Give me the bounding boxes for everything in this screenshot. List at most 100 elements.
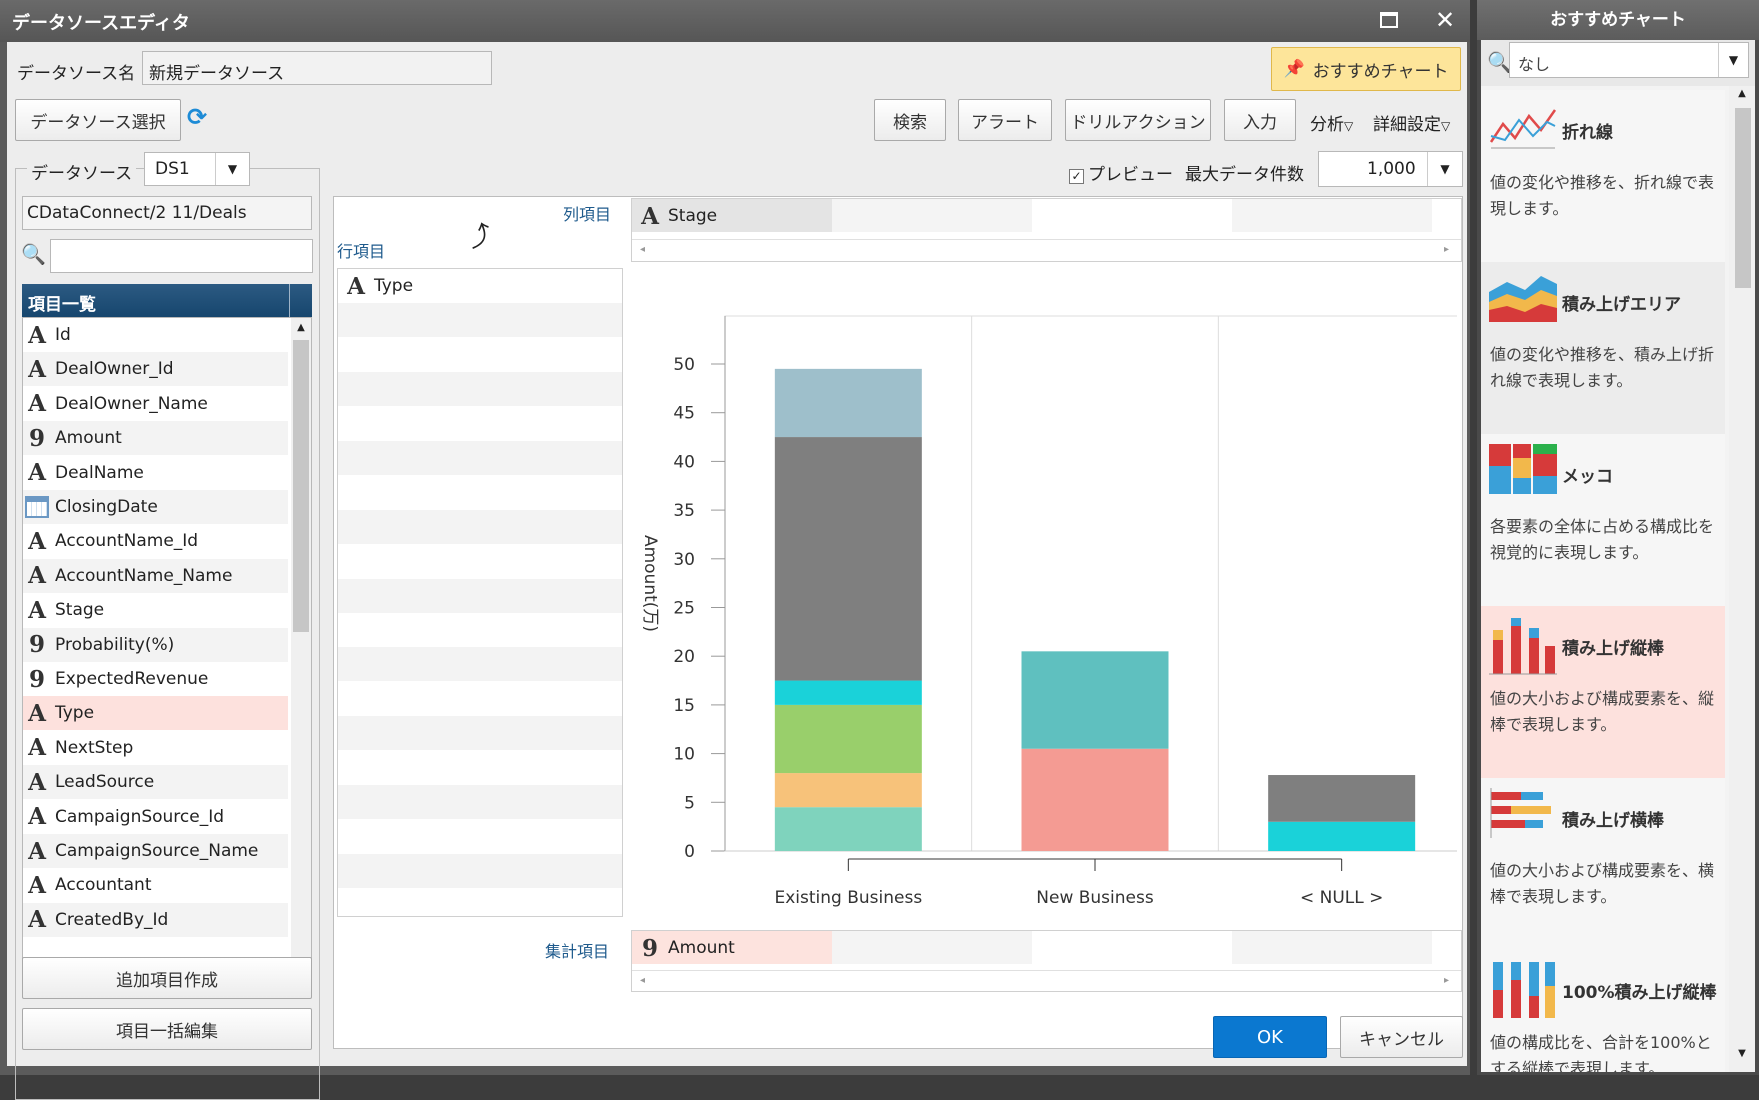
field-list-item[interactable]: AAccountName_Id [23, 524, 288, 558]
add-field-label: 追加項目作成 [116, 966, 218, 991]
field-list: AIdADealOwner_IdADealOwner_Name9AmountAD… [22, 317, 312, 987]
field-list-item[interactable]: AAccountName_Name [23, 559, 288, 593]
field-list-item[interactable]: AId [23, 318, 288, 352]
close-icon[interactable]: ✕ [1432, 4, 1458, 36]
aggregate-field-name: Amount [668, 938, 735, 958]
scroll-up-icon[interactable]: ▲ [291, 318, 311, 338]
datasource-path: CDataConnect/2 11/Deals [22, 196, 312, 230]
drill-action-button[interactable]: ドリルアクション [1065, 99, 1211, 141]
maximize-icon[interactable] [1380, 12, 1398, 28]
field-list-item[interactable]: 9Amount [23, 421, 288, 455]
recommend-chart-card[interactable]: 積み上げ横棒値の大小および構成要素を、横棒で表現します。 [1481, 778, 1725, 950]
bar-segment [775, 681, 922, 705]
scroll-thumb[interactable] [293, 340, 309, 632]
recommend-filter-value: なし [1518, 51, 1550, 75]
text-type-icon: A [23, 597, 51, 624]
ok-button[interactable]: OK [1213, 1016, 1327, 1058]
input-button[interactable]: 入力 [1224, 99, 1296, 141]
bulk-edit-button[interactable]: 項目一括編集 [22, 1008, 312, 1050]
calendar-icon [25, 496, 49, 518]
chart: 05101520253035404550Existing BusinessNew… [627, 274, 1457, 914]
datasource-select-value: DS1 [155, 159, 190, 179]
field-list-item[interactable]: ADealOwner_Id [23, 352, 288, 386]
scroll-right-icon[interactable]: ▸ [1444, 244, 1449, 255]
bulk-edit-label: 項目一括編集 [116, 1017, 218, 1042]
scrollbar[interactable]: ▲ ▼ [291, 318, 311, 987]
max-rows-select[interactable]: 1,000 ▼ [1318, 151, 1463, 187]
aggregate-field-chip[interactable]: 9Amount [636, 933, 735, 963]
cancel-button[interactable]: キャンセル [1340, 1016, 1463, 1058]
field-list-item[interactable]: AType [23, 696, 288, 730]
field-name: CreatedBy_Id [55, 910, 168, 930]
field-list-item[interactable]: ANextStep [23, 731, 288, 765]
field-list-item[interactable]: 9ExpectedRevenue [23, 662, 288, 696]
horizontal-scrollbar[interactable]: ◂▸ [632, 970, 1461, 992]
max-rows-label: 最大データ件数 [1185, 160, 1304, 185]
ok-label: OK [1257, 1027, 1283, 1048]
preview-checkbox[interactable]: ✓プレビュー [1069, 160, 1173, 185]
text-type-icon: A [23, 700, 51, 727]
field-list-item[interactable]: ACampaignSource_Id [23, 800, 288, 834]
field-list-header-text: 項目一覧 [28, 290, 96, 315]
text-type-icon: A [23, 838, 51, 865]
x-category-label: Existing Business [774, 888, 922, 908]
recommend-chart-card[interactable]: 折れ線値の変化や推移を、折れ線で表現します。 [1481, 90, 1725, 262]
recommend-card-title: 積み上げエリア [1562, 290, 1681, 315]
search-button[interactable]: 検索 [874, 99, 946, 141]
text-type-icon: A [23, 322, 51, 349]
refresh-icon[interactable]: ⟳ [187, 102, 217, 132]
recommend-chart-card[interactable]: 100%積み上げ縦棒値の構成比を、合計を100%とする縦棒で表現します。 [1481, 950, 1725, 1072]
add-field-button[interactable]: 追加項目作成 [22, 957, 312, 999]
alert-button[interactable]: アラート [958, 99, 1052, 141]
recommend-chart-card[interactable]: 積み上げ縦棒値の大小および構成要素を、縦棒で表現します。 [1481, 606, 1725, 778]
recommend-chart-button[interactable]: 📌 おすすめチャート [1271, 47, 1461, 91]
recommend-chart-card[interactable]: メッコ各要素の全体に占める構成比を視覚的に表現します。 [1481, 434, 1725, 606]
datasource-name-field[interactable]: 新規データソース [142, 51, 492, 85]
scroll-left-icon[interactable]: ◂ [640, 244, 645, 255]
scroll-right-icon[interactable]: ▸ [1444, 975, 1449, 986]
field-list-item[interactable]: 9Probability(%) [23, 628, 288, 662]
column-shelf[interactable]: AStage ◂▸ [631, 198, 1462, 262]
y-tick-label: 25 [673, 599, 695, 619]
scroll-thumb[interactable] [1735, 108, 1751, 288]
alert-button-label: アラート [971, 108, 1039, 133]
field-list-item[interactable]: AAccountant [23, 868, 288, 902]
analysis-menu[interactable]: 分析▽ [1310, 110, 1353, 135]
aggregate-shelf[interactable]: 9Amount ◂▸ [631, 930, 1462, 992]
scroll-left-icon[interactable]: ◂ [640, 975, 645, 986]
recommend-chart-card[interactable]: 積み上げエリア値の変化や推移を、積み上げ折れ線で表現します。 [1481, 262, 1725, 434]
recommend-card-desc: 値の構成比を、合計を100%とする縦棒で表現します。 [1490, 1030, 1722, 1072]
text-type-icon: A [23, 769, 51, 796]
field-list-item[interactable]: AStage [23, 593, 288, 627]
row-shelf[interactable]: AType [337, 268, 623, 917]
field-list-item[interactable]: ADealOwner_Name [23, 387, 288, 421]
select-datasource-button[interactable]: データソース選択 [15, 99, 181, 141]
text-type-icon: A [23, 528, 51, 555]
row-field-chip[interactable]: AType [342, 271, 413, 301]
column-field-chip[interactable]: AStage [636, 201, 717, 231]
scroll-down-icon[interactable]: ▼ [1729, 1048, 1755, 1064]
field-list-item[interactable]: ClosingDate [23, 490, 288, 524]
field-list-item[interactable]: ACreatedBy_Id [23, 903, 288, 937]
field-name: NextStep [55, 738, 133, 758]
y-tick-label: 30 [673, 550, 695, 570]
datasource-select[interactable]: DS1 ▼ [144, 152, 250, 186]
detail-settings-menu[interactable]: 詳細設定▽ [1373, 110, 1450, 135]
recommend-card-title: 積み上げ横棒 [1562, 806, 1664, 831]
bar-segment [775, 369, 922, 437]
scroll-up-icon[interactable]: ▲ [1729, 88, 1755, 104]
scrollbar[interactable]: ▲ ▼ [1729, 86, 1755, 1072]
datasource-name-value: 新規データソース [149, 59, 284, 84]
field-list-item[interactable]: ADealName [23, 456, 288, 490]
max-rows-value: 1,000 [1367, 159, 1416, 179]
field-list-item[interactable]: ACampaignSource_Name [23, 834, 288, 868]
field-search-input[interactable] [50, 239, 313, 273]
field-name: DealOwner_Name [55, 394, 208, 414]
field-name: Amount [55, 428, 122, 448]
recommend-filter-select[interactable]: なし ▼ [1509, 42, 1749, 78]
horizontal-scrollbar[interactable]: ◂▸ [632, 239, 1461, 261]
recommend-chart-label: おすすめチャート [1313, 57, 1449, 82]
field-name: AccountName_Name [55, 566, 232, 586]
field-list-item[interactable]: ALeadSource [23, 765, 288, 799]
text-type-icon: A [23, 803, 51, 830]
